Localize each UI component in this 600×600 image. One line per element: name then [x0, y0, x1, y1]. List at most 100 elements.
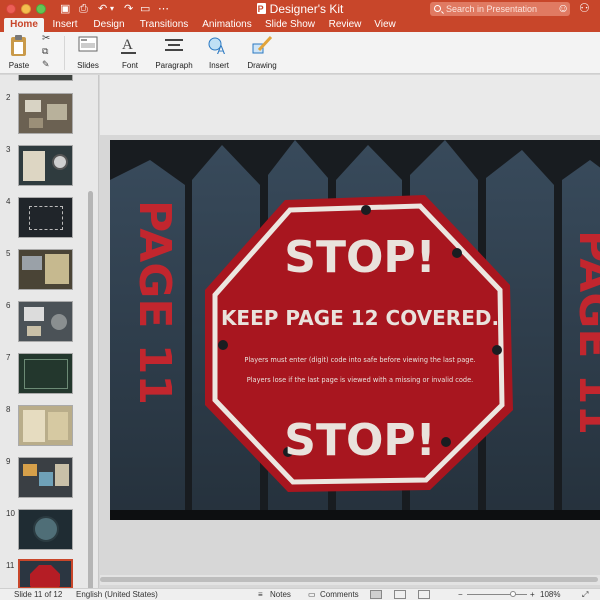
save-icon[interactable]: ▣: [60, 2, 70, 16]
document-title: Designer's Kit: [269, 2, 344, 16]
thumbnail-number: 3: [6, 145, 11, 154]
paste-button[interactable]: Paste: [4, 34, 34, 74]
drawing-button[interactable]: Drawing: [244, 34, 280, 74]
notes-icon: ≡: [258, 590, 263, 599]
graffiti-right: PAGE 11: [569, 230, 600, 435]
tab-insert[interactable]: Insert: [46, 18, 84, 32]
slide-artwork: PAGE 11 PAGE 11 STOP! KEEP PAGE 12 COVER…: [110, 140, 600, 520]
thumbnail-number: 8: [6, 405, 11, 414]
graffiti-left: PAGE 11: [129, 200, 180, 405]
language-indicator[interactable]: English (United States): [76, 589, 158, 600]
slide-thumbnail-9[interactable]: [18, 457, 73, 498]
share-person-icon[interactable]: ⚇: [579, 1, 590, 15]
zoom-slider-knob[interactable]: [510, 591, 516, 597]
undo-dropdown-icon[interactable]: ▾: [110, 2, 114, 16]
tab-home[interactable]: Home: [4, 18, 44, 32]
search-placeholder: Search in Presentation: [446, 4, 538, 14]
stop-top-text: STOP!: [284, 232, 435, 283]
rule-line-2: Players lose if the last page is viewed …: [247, 376, 474, 384]
slide-canvas[interactable]: PAGE 11 PAGE 11 STOP! KEEP PAGE 12 COVER…: [110, 140, 600, 520]
zoom-out-icon[interactable]: −: [458, 589, 463, 600]
fit-to-window-icon[interactable]: ⤢: [582, 589, 588, 600]
zoom-slider[interactable]: [467, 594, 527, 595]
slide-thumbnail-8[interactable]: [18, 405, 73, 446]
thumbnail-number: 5: [6, 249, 11, 258]
rule-line-1: Players must enter (digit) code into saf…: [244, 356, 475, 364]
horizontal-scrollbar-thumb[interactable]: [100, 577, 598, 582]
stop-bottom-text: STOP!: [284, 415, 435, 466]
close-window-button[interactable]: [6, 4, 16, 14]
insert-shapes-icon: A: [208, 37, 225, 57]
comments-icon: ▭: [308, 590, 316, 599]
paragraph-button[interactable]: Paragraph: [152, 34, 196, 74]
thumbnail-number: 4: [6, 197, 11, 206]
customize-toolbar-icon[interactable]: ⋯: [158, 2, 169, 16]
paste-icon: [11, 35, 26, 56]
zoom-level: 108%: [540, 590, 561, 599]
slide-thumbnail-4[interactable]: [18, 197, 73, 238]
powerpoint-window: ▣ ⎙ ↶ ▾ ↷ ▭ ⋯ Designer's Kit Search in P…: [0, 0, 600, 600]
slideshow-icon[interactable]: ▭: [140, 2, 150, 16]
thumbnail-number: 10: [6, 509, 15, 518]
search-icon: [434, 5, 441, 12]
cut-icon[interactable]: ✂: [42, 33, 50, 44]
notes-button[interactable]: Notes: [270, 589, 291, 600]
slide-thumbnail-6[interactable]: [18, 301, 73, 342]
slide-thumbnails-pane: 2 3 4 5 6 7 8 9 10 11: [0, 75, 99, 588]
zoom-in-icon[interactable]: +: [530, 589, 535, 600]
thumbnail-number: 9: [6, 457, 11, 466]
drawing-icon: [252, 35, 273, 54]
tab-review[interactable]: Review: [325, 18, 365, 32]
maximize-window-button[interactable]: [36, 4, 46, 14]
document-icon: [256, 2, 266, 16]
insert-button[interactable]: A Insert: [201, 34, 237, 74]
ribbon-tabs: Home Insert Design Transitions Animation…: [0, 18, 600, 32]
title-bar: ▣ ⎙ ↶ ▾ ↷ ▭ ⋯ Designer's Kit Search in P…: [0, 0, 600, 18]
paragraph-icon: [165, 39, 183, 51]
tab-transitions[interactable]: Transitions: [135, 18, 193, 32]
tab-view[interactable]: View: [370, 18, 400, 32]
horizontal-scrollbar[interactable]: [100, 575, 600, 585]
status-bar: Slide 11 of 12 English (United States) ≡…: [0, 588, 600, 600]
tab-slide-show[interactable]: Slide Show: [262, 18, 318, 32]
slide-thumbnail-1[interactable]: [18, 75, 73, 81]
slide-counter: Slide 11 of 12: [14, 590, 63, 599]
thumbnail-number: 11: [6, 561, 15, 570]
font-button[interactable]: A Font: [112, 34, 148, 74]
slide-thumbnail-2[interactable]: [18, 93, 73, 134]
thumbnail-number: 7: [6, 353, 11, 362]
copy-icon[interactable]: ⧉: [42, 46, 48, 57]
slides-button[interactable]: Slides: [70, 34, 106, 74]
slide-sorter-button[interactable]: [394, 590, 406, 599]
slides-icon: [78, 36, 98, 52]
redo-icon[interactable]: ↷: [124, 2, 133, 16]
normal-view-button[interactable]: [370, 590, 382, 599]
slide-thumbnail-10[interactable]: [18, 509, 73, 550]
svg-text:A: A: [122, 37, 133, 53]
thumbnail-number: 2: [6, 93, 11, 102]
slide-editor: PAGE 11 PAGE 11 STOP! KEEP PAGE 12 COVER…: [100, 75, 600, 588]
stop-sign: STOP! KEEP PAGE 12 COVERED. Players must…: [205, 195, 513, 492]
undo-icon[interactable]: ↶: [98, 2, 107, 16]
search-input[interactable]: Search in Presentation: [430, 2, 570, 16]
ribbon-toolbar: Paste ✂ ⧉ ✎ Slides A Font Paragraph A In…: [0, 32, 600, 74]
slide-thumbnail-11-selected[interactable]: [18, 559, 73, 588]
feedback-smiley-icon[interactable]: ☺: [557, 1, 569, 15]
slide-thumbnail-3[interactable]: [18, 145, 73, 186]
slide-thumbnail-7[interactable]: [18, 353, 73, 394]
comments-button[interactable]: Comments: [320, 589, 359, 600]
editor-background: [100, 75, 600, 135]
minimize-window-button[interactable]: [21, 4, 31, 14]
ribbon-separator: [64, 36, 65, 70]
svg-text:A: A: [217, 43, 225, 56]
keep-page-covered-text: KEEP PAGE 12 COVERED.: [221, 306, 499, 330]
print-icon[interactable]: ⎙: [79, 2, 88, 16]
thumbnail-number: 6: [6, 301, 11, 310]
thumbnails-scrollbar[interactable]: [88, 191, 93, 588]
slide-thumbnail-5[interactable]: [18, 249, 73, 290]
tab-animations[interactable]: Animations: [198, 18, 256, 32]
format-painter-icon[interactable]: ✎: [42, 59, 50, 70]
font-icon: A: [121, 37, 136, 54]
reading-view-button[interactable]: [418, 590, 430, 599]
tab-design[interactable]: Design: [88, 18, 130, 32]
